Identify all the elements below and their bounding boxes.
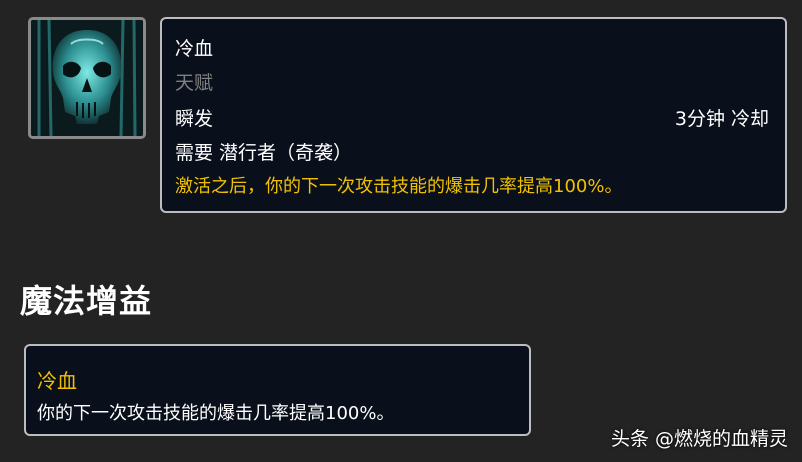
ability-description: 激活之后，你的下一次攻击技能的爆击几率提高100%。 [175, 176, 623, 197]
ability-name: 冷血 [175, 38, 214, 60]
cast-time: 瞬发 [175, 108, 214, 130]
ability-type: 天赋 [175, 72, 214, 94]
ability-icon[interactable] [28, 17, 146, 139]
requirement: 需要 潜行者（奇袭） [175, 142, 353, 164]
buff-description: 你的下一次攻击技能的爆击几率提高100%。 [37, 403, 395, 424]
buff-tooltip: 冷血 你的下一次攻击技能的爆击几率提高100%。 [24, 344, 531, 436]
watermark: 头条 @燃烧的血精灵 [610, 428, 788, 450]
ability-tooltip: 冷血 天赋 瞬发 3分钟 冷却 需要 潜行者（奇袭） 激活之后，你的下一次攻击技… [160, 17, 787, 213]
cooldown: 3分钟 冷却 [674, 108, 769, 130]
buff-name: 冷血 [37, 369, 77, 393]
glowing-skull-icon [31, 20, 143, 136]
section-title: 魔法增益 [20, 282, 153, 320]
